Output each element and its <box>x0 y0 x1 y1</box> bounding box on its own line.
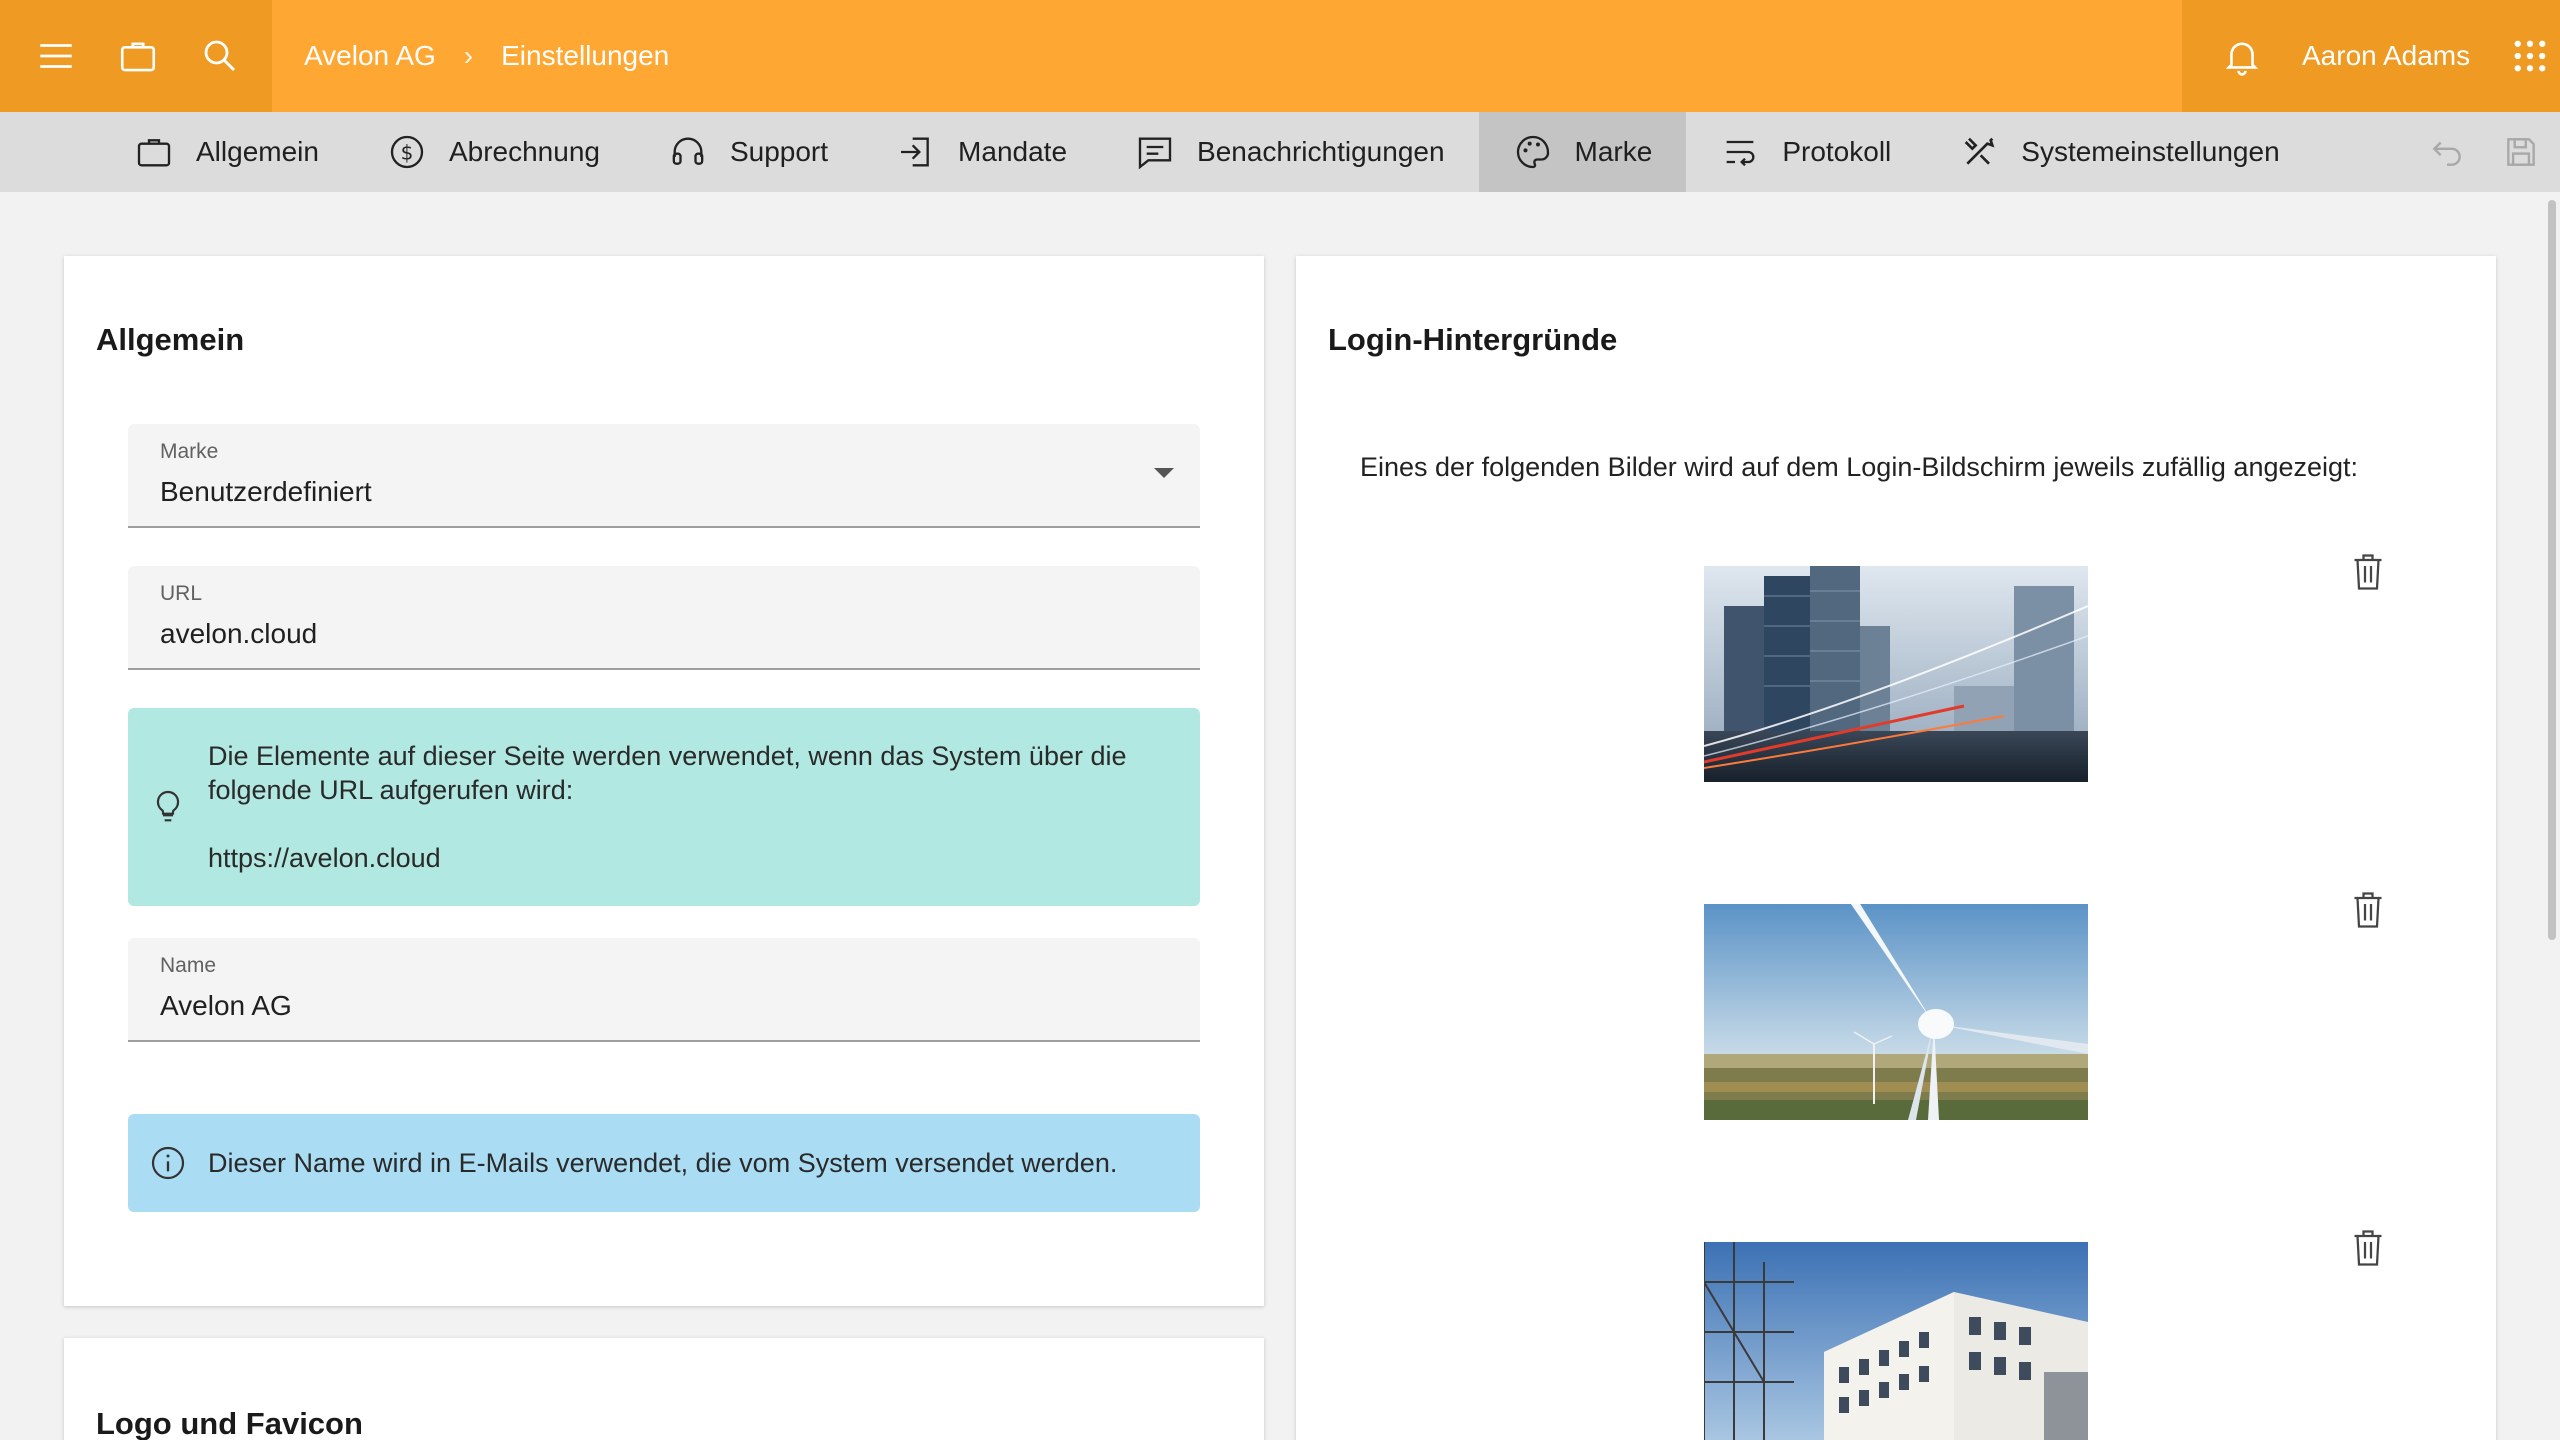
tab-bar-actions <box>2428 133 2560 171</box>
tab-support[interactable]: Support <box>634 112 862 192</box>
url-hint-link[interactable]: https://avelon.cloud <box>208 841 1127 875</box>
apps-grid-icon[interactable] <box>2502 28 2558 84</box>
trash-icon[interactable] <box>2350 890 2386 930</box>
menu-icon[interactable] <box>28 28 84 84</box>
breadcrumb-separator: › <box>463 40 474 71</box>
tab-label: Systemeinstellungen <box>2021 136 2280 167</box>
general-card: Allgemein Marke Benutzerdefiniert URL av… <box>64 256 1264 1306</box>
topbar-right-actions: Aaron Adams <box>2182 0 2560 112</box>
trash-icon[interactable] <box>2350 552 2386 592</box>
save-icon[interactable] <box>2502 133 2540 171</box>
url-field-label: URL <box>160 582 203 605</box>
headset-icon <box>672 137 704 165</box>
tab-systemeinstellungen[interactable]: Systemeinstellungen <box>1925 112 2313 192</box>
url-field-value[interactable]: avelon.cloud <box>160 618 1168 650</box>
tab-label: Marke <box>1574 136 1653 167</box>
chevron-down-icon[interactable] <box>1154 468 1174 478</box>
palette-icon <box>1516 135 1549 169</box>
login-backgrounds-title: Login-Hintergründe <box>1328 322 1618 357</box>
brand-select-value: Benutzerdefiniert <box>160 476 372 507</box>
settings-tab-bar: Allgemein $ Abrechnung Support Mandate B… <box>0 112 2560 192</box>
message-icon <box>1138 137 1172 170</box>
tab-label: Mandate <box>958 136 1068 167</box>
topbar-left-actions <box>0 0 272 112</box>
briefcase-icon[interactable] <box>110 28 166 84</box>
user-name[interactable]: Aaron Adams <box>2302 40 2470 72</box>
info-icon <box>128 1143 208 1183</box>
bell-icon[interactable] <box>2214 28 2270 84</box>
list-wrap-icon <box>1726 140 1755 167</box>
city-skyline-image <box>1704 566 2088 782</box>
dollar-circle-icon: $ <box>390 135 424 169</box>
name-field-label: Name <box>160 954 217 977</box>
url-hint-line-2: folgende URL aufgerufen wird: <box>208 775 574 805</box>
tab-list: Allgemein $ Abrechnung Support Mandate B… <box>0 112 2314 192</box>
url-hint-line-1: Die Elemente auf dieser Seite werden ver… <box>208 741 1127 771</box>
name-field-value[interactable]: Avelon AG <box>160 990 1168 1022</box>
breadcrumb-item-settings[interactable]: Einstellungen <box>501 40 669 72</box>
trash-icon[interactable] <box>2350 1228 2386 1268</box>
tab-marke[interactable]: Marke <box>1478 112 1687 192</box>
top-app-bar: Avelon AG › Einstellungen Aaron Adams <box>0 0 2560 112</box>
office-building-image <box>1704 1242 2088 1440</box>
url-hint-text: Die Elemente auf dieser Seite werden ver… <box>208 739 1127 875</box>
wind-turbine-image <box>1704 904 2088 1120</box>
undo-icon[interactable] <box>2428 133 2466 171</box>
logo-card-title: Logo und Favicon <box>96 1406 363 1440</box>
brand-select-label: Marke <box>160 440 219 463</box>
url-hint-notice: Die Elemente auf dieser Seite werden ver… <box>128 708 1200 906</box>
tab-label: Abrechnung <box>448 136 600 167</box>
search-icon[interactable] <box>192 28 248 84</box>
tools-icon <box>1964 137 1995 165</box>
page-scrollbar[interactable] <box>2548 200 2556 940</box>
lightbulb-icon <box>128 787 208 827</box>
svg-text:$: $ <box>401 141 414 165</box>
name-info-text: Dieser Name wird in E-Mails verwendet, d… <box>208 1148 1118 1178</box>
logo-card: Logo und Favicon <box>64 1338 1264 1440</box>
name-field[interactable]: Name Avelon AG <box>128 938 1200 1042</box>
tab-label: Allgemein <box>196 136 319 167</box>
general-card-title: Allgemein <box>96 322 245 357</box>
tab-label: Benachrichtigungen <box>1197 136 1445 167</box>
url-field[interactable]: URL avelon.cloud <box>128 566 1200 670</box>
tab-benachrichtigungen[interactable]: Benachrichtigungen <box>1101 112 1479 192</box>
tab-label: Protokoll <box>1782 136 1892 167</box>
tab-protokoll[interactable]: Protokoll <box>1686 112 1925 192</box>
briefcase-icon <box>137 139 171 167</box>
tab-mandate[interactable]: Mandate <box>862 112 1101 192</box>
breadcrumb: Avelon AG › Einstellungen <box>272 40 2182 72</box>
breadcrumb-item-company[interactable]: Avelon AG <box>304 40 436 72</box>
tab-label: Support <box>729 136 829 167</box>
name-info-notice: Dieser Name wird in E-Mails verwendet, d… <box>128 1114 1200 1212</box>
tab-allgemein[interactable]: Allgemein <box>100 112 353 192</box>
brand-select[interactable]: Marke Benutzerdefiniert <box>128 424 1200 528</box>
login-backgrounds-description: Eines der folgenden Bilder wird auf dem … <box>1360 452 2359 482</box>
tab-abrechnung[interactable]: $ Abrechnung <box>353 112 634 192</box>
login-icon <box>901 137 929 167</box>
